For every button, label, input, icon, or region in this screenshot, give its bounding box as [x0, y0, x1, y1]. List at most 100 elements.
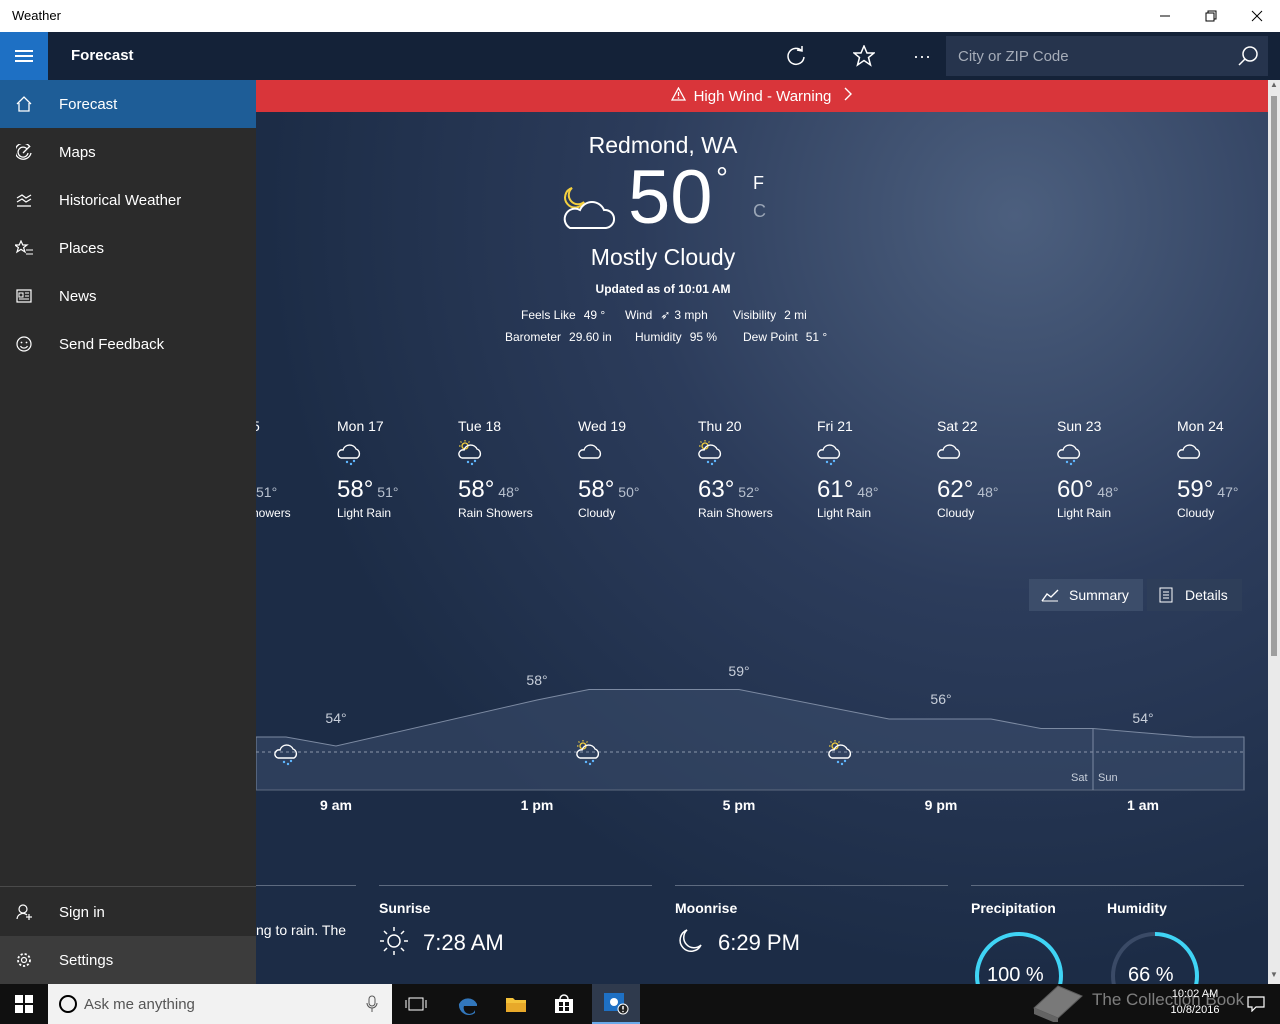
daily-forecast-item[interactable]: Wed 19 58° 50° Cloudy	[578, 418, 698, 520]
more-options-button[interactable]: ···	[898, 32, 946, 80]
stat-label: Feels Like	[521, 308, 576, 322]
divider	[971, 885, 1244, 886]
forecast-condition: Rain Showers	[698, 506, 773, 520]
cloudy-icon	[578, 440, 604, 471]
close-icon	[1251, 10, 1263, 22]
favorite-button[interactable]	[840, 32, 888, 80]
vertical-scrollbar[interactable]: ▲ ▼	[1268, 80, 1280, 984]
nav-label: Send Feedback	[59, 335, 165, 353]
search-input[interactable]	[946, 36, 1226, 76]
edge-browser-button[interactable]	[444, 984, 492, 1024]
nav-item-forecast[interactable]: Forecast	[0, 80, 256, 128]
sign-in-button[interactable]: Sign in	[0, 888, 256, 936]
nav-item-historical-weather[interactable]: Historical Weather	[0, 176, 256, 224]
forecast-condition: Cloudy	[937, 506, 975, 520]
forecast-high: 58° 51°	[337, 476, 398, 504]
task-view-button[interactable]	[392, 984, 440, 1024]
star-list-icon	[0, 224, 48, 272]
hamburger-menu-button[interactable]	[0, 32, 48, 80]
stat-value: 3 mph	[674, 308, 708, 322]
minimize-button[interactable]	[1142, 0, 1188, 32]
settings-button[interactable]: Settings	[0, 936, 256, 984]
hourly-temp-label: 59°	[728, 662, 750, 679]
forecast-high-value: 59°	[1177, 476, 1214, 503]
daily-forecast-item[interactable]: Sun 23 60° 48° Light Rain	[1057, 418, 1177, 520]
nav-item-maps[interactable]: Maps	[0, 128, 256, 176]
light-rain-icon	[337, 440, 363, 471]
stat-value: 51 °	[805, 330, 828, 344]
details-view-button[interactable]: Details	[1147, 579, 1242, 611]
humidity-label: Humidity	[1107, 900, 1167, 916]
forecast-high: 60° 48°	[1057, 476, 1118, 504]
store-button[interactable]	[540, 984, 588, 1024]
daily-forecast-item[interactable]: Mon 17 58° 51° Light Rain	[337, 418, 457, 520]
daily-forecast-item[interactable]: Sat 22 62° 48° Cloudy	[937, 418, 1057, 520]
current-temp: 50	[628, 155, 713, 240]
daily-forecast-item[interactable]: Mon 24 59° 47° Cloudy	[1177, 418, 1268, 520]
stat-value: 95 %	[689, 330, 718, 344]
chart-icon	[0, 176, 48, 224]
weather-app-button[interactable]	[592, 984, 640, 1024]
forecast-low: 48°	[1097, 484, 1119, 500]
news-icon	[0, 272, 48, 320]
summary-view-button[interactable]: Summary	[1029, 579, 1143, 611]
scroll-up-icon[interactable]: ▲	[1268, 80, 1280, 94]
nav-item-send-feedback[interactable]: Send Feedback	[0, 320, 256, 368]
weather-alert-banner[interactable]: High Wind - Warning	[256, 80, 1268, 112]
cortana-icon	[59, 995, 77, 1013]
restore-icon	[1205, 10, 1217, 22]
forecast-high-value: 58°	[337, 476, 374, 503]
wind-direction-icon: ➶	[660, 308, 671, 322]
nav-label: Places	[59, 239, 105, 257]
precipitation-label: Precipitation	[971, 900, 1056, 916]
moonrise-label: Moonrise	[675, 900, 738, 916]
scrollbar-thumb[interactable]	[1271, 96, 1277, 656]
nav-label: News	[59, 287, 97, 305]
minimize-icon	[1160, 15, 1170, 17]
window-title-bar: Weather	[0, 0, 1280, 32]
start-button[interactable]	[0, 984, 48, 1024]
humidity-stat: Humidity 95 %	[635, 330, 717, 344]
daily-forecast-item[interactable]: Fri 21 61° 48° Light Rain	[817, 418, 937, 520]
nav-item-places[interactable]: Places	[0, 224, 256, 272]
forecast-low: 48°	[977, 484, 999, 500]
nav-label: Sign in	[59, 903, 105, 921]
stat-label: Visibility	[733, 308, 777, 322]
radar-icon	[0, 128, 48, 176]
watermark-text: The Collection Book	[1092, 990, 1245, 1009]
hour-label: 1 am	[1127, 797, 1159, 813]
forecast-high-value: 58°	[578, 476, 615, 503]
forecast-low: 51°	[377, 484, 399, 500]
forecast-condition: Light Rain	[817, 506, 872, 520]
divider	[256, 885, 356, 886]
star-icon	[853, 45, 875, 67]
daily-forecast-strip: 551°howersMon 1758°51°Light RainTue 1858…	[256, 418, 1268, 528]
refresh-button[interactable]	[772, 32, 820, 80]
alert-text: High Wind - Warning	[693, 87, 832, 105]
nav-item-news[interactable]: News	[0, 272, 256, 320]
search-button[interactable]	[1228, 36, 1268, 76]
partly-cloudy-night-icon	[563, 187, 615, 229]
file-explorer-button[interactable]	[492, 984, 540, 1024]
forecast-day-name: Wed 19	[578, 418, 626, 434]
cortana-input[interactable]	[84, 984, 364, 1024]
daily-forecast-item[interactable]: Thu 20 63° 52° Rain Showers	[698, 418, 818, 520]
chevron-right-icon	[843, 87, 853, 106]
restore-button[interactable]	[1188, 0, 1234, 32]
microphone-icon[interactable]	[366, 995, 378, 1013]
updated-time: Updated as of 10:01 AM	[595, 282, 731, 296]
navigation-pane: Forecast Maps Historical Weather Places …	[0, 80, 256, 984]
store-icon	[555, 994, 573, 1013]
close-button[interactable]	[1234, 0, 1280, 32]
forecast-high: 59° 47°	[1177, 476, 1238, 504]
daily-forecast-item[interactable]: Tue 18 58° 48° Rain Showers	[458, 418, 578, 520]
unit-celsius-toggle[interactable]: C	[753, 201, 766, 222]
folder-icon	[506, 998, 526, 1012]
forecast-day-name: Sat 22	[937, 418, 978, 434]
light-rain-icon	[817, 440, 843, 471]
forecast-day-name: Mon 17	[337, 418, 384, 434]
window-title: Weather	[12, 8, 61, 23]
unit-fahrenheit-toggle[interactable]: F	[753, 173, 764, 194]
moonrise-time: 6:29 PM	[718, 930, 800, 955]
feels-like-stat: Feels Like 49 °	[521, 308, 605, 322]
